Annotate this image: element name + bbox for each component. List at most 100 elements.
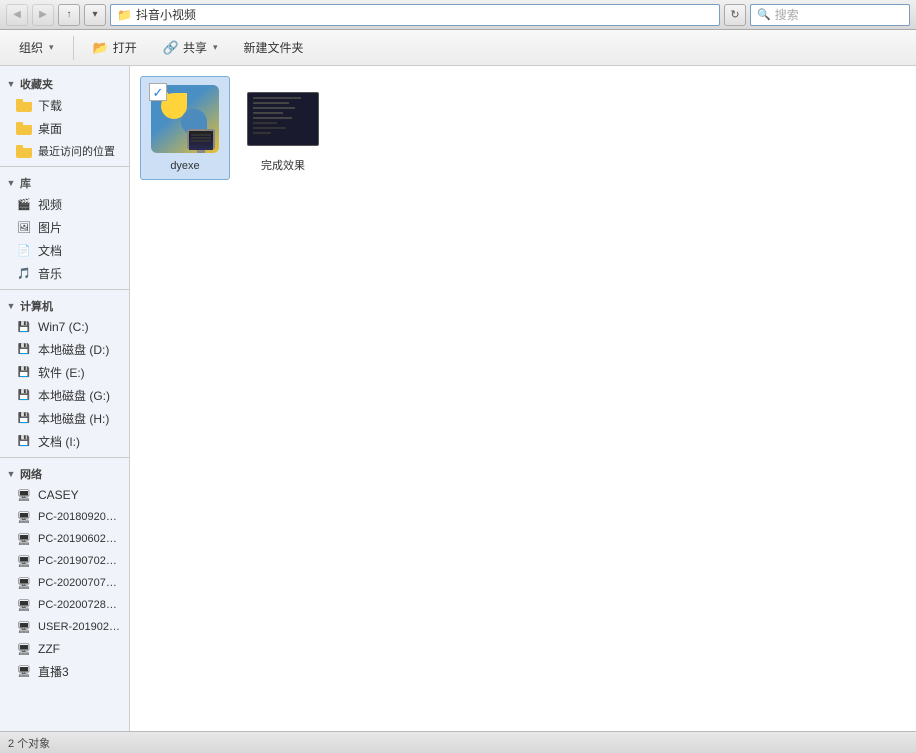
computer-live3-icon: 🖥 (16, 664, 32, 680)
sidebar-divider-3 (0, 457, 129, 458)
monitor-small (187, 129, 215, 149)
computer-pc4-icon: 🖥 (16, 575, 32, 591)
title-bar: ◀ ▶ ↑ ▾ 📁 抖音小视频 ↻ 🔍 搜索 (0, 0, 916, 30)
computer-header: ▼ 计算机 (0, 294, 129, 316)
sidebar-item-desktop[interactable]: 桌面 (0, 117, 129, 140)
address-bar[interactable]: 📁 抖音小视频 (110, 4, 720, 26)
computer-casey-icon: 🖥 (16, 487, 32, 503)
computer-pc2-icon: 🖥 (16, 531, 32, 547)
sidebar-section-favorites: ▼ 收藏夹 下载 桌面 最近访问的位置 (0, 72, 129, 162)
folder-icon (16, 121, 32, 137)
documents-icon: 📄 (16, 243, 32, 259)
sidebar: ▼ 收藏夹 下载 桌面 最近访问的位置 ▼ 库 � (0, 66, 130, 731)
address-icon: 📁 (117, 8, 132, 22)
video-icon: 🎬 (16, 197, 32, 213)
disk-d-icon: 💾 (16, 342, 32, 358)
sidebar-item-user1[interactable]: 🖥 USER-20190220OC (0, 616, 129, 638)
library-toggle[interactable]: ▼ (6, 178, 16, 188)
open-button[interactable]: 📂 打开 (82, 34, 148, 62)
sidebar-section-library: ▼ 库 🎬 视频 🖼 图片 📄 文档 🎵 音乐 (0, 171, 129, 285)
organize-button[interactable]: 组织 ▾ (8, 34, 65, 62)
sidebar-item-documents[interactable]: 📄 文档 (0, 239, 129, 262)
organize-label: 组织 (19, 39, 43, 56)
sidebar-divider-1 (0, 166, 129, 167)
sidebar-divider-2 (0, 289, 129, 290)
new-folder-button[interactable]: 新建文件夹 (232, 34, 314, 62)
disk-e-icon: 💾 (16, 365, 32, 381)
library-header: ▼ 库 (0, 171, 129, 193)
sidebar-item-pc1[interactable]: 🖥 PC-20180920ZTHC (0, 506, 129, 528)
sidebar-item-downloads[interactable]: 下载 (0, 94, 129, 117)
sidebar-item-pc3[interactable]: 🖥 PC-20190702HDTC (0, 550, 129, 572)
forward-button[interactable]: ▶ (32, 4, 54, 26)
sidebar-item-drive-i[interactable]: 💾 文档 (I:) (0, 430, 129, 453)
network-toggle[interactable]: ▼ (6, 469, 16, 479)
computer-toggle[interactable]: ▼ (6, 301, 16, 311)
music-icon: 🎵 (16, 266, 32, 282)
file-icon-complete (247, 83, 319, 155)
address-path: 📁 抖音小视频 (117, 6, 196, 23)
share-arrow: ▾ (213, 42, 218, 53)
file-icon-dyexe: ✓ (149, 83, 221, 155)
sidebar-item-drive-c[interactable]: 💾 Win7 (C:) (0, 316, 129, 338)
folder-icon (16, 143, 32, 159)
disk-h-icon: 💾 (16, 411, 32, 427)
sidebar-item-drive-h[interactable]: 💾 本地磁盘 (H:) (0, 407, 129, 430)
sidebar-item-music[interactable]: 🎵 音乐 (0, 262, 129, 285)
sidebar-item-pc5[interactable]: 🖥 PC-20200728KTZJ (0, 594, 129, 616)
computer-pc1-icon: 🖥 (16, 509, 32, 525)
computer-zzf-icon: 🖥 (16, 641, 32, 657)
pictures-icon: 🖼 (16, 220, 32, 236)
file-label-complete: 完成效果 (261, 159, 305, 173)
open-label: 打开 (113, 39, 137, 56)
status-bar: 2 个对象 (0, 731, 916, 753)
share-label: 共享 (183, 39, 207, 56)
disk-g-icon: 💾 (16, 388, 32, 404)
open-icon: 📂 (93, 40, 109, 56)
folder-icon (16, 98, 32, 114)
organize-arrow: ▾ (49, 42, 54, 53)
file-item-complete[interactable]: 完成效果 (238, 76, 328, 180)
sidebar-section-network: ▼ 网络 🖥 CASEY 🖥 PC-20180920ZTHC 🖥 PC-2019… (0, 462, 129, 683)
refresh-button[interactable]: ↻ (724, 4, 746, 26)
main-layout: ▼ 收藏夹 下载 桌面 最近访问的位置 ▼ 库 � (0, 66, 916, 731)
sidebar-section-computer: ▼ 计算机 💾 Win7 (C:) 💾 本地磁盘 (D:) 💾 软件 (E:) … (0, 294, 129, 453)
monitor-stand (197, 150, 205, 153)
search-bar[interactable]: 🔍 搜索 (750, 4, 910, 26)
sidebar-item-drive-d[interactable]: 💾 本地磁盘 (D:) (0, 338, 129, 361)
favorites-header: ▼ 收藏夹 (0, 72, 129, 94)
sidebar-item-pc4[interactable]: 🖥 PC-20200707YQBC (0, 572, 129, 594)
sidebar-item-recent[interactable]: 最近访问的位置 (0, 140, 129, 162)
file-item-dyexe[interactable]: ✓ (140, 76, 230, 180)
address-text: 抖音小视频 (136, 6, 196, 23)
sidebar-item-video[interactable]: 🎬 视频 (0, 193, 129, 216)
sidebar-item-drive-e[interactable]: 💾 软件 (E:) (0, 361, 129, 384)
recent-button[interactable]: ▾ (84, 4, 106, 26)
sidebar-item-pc2[interactable]: 🖥 PC-20190602CEHC (0, 528, 129, 550)
up-button[interactable]: ↑ (58, 4, 80, 26)
disk-i-icon: 💾 (16, 434, 32, 450)
share-button[interactable]: 🔗 共享 ▾ (152, 34, 229, 62)
back-button[interactable]: ◀ (6, 4, 28, 26)
screenshot-preview (247, 92, 319, 146)
sidebar-item-live3[interactable]: 🖥 直播3 (0, 660, 129, 683)
share-icon: 🔗 (163, 40, 179, 56)
toolbar: 组织 ▾ 📂 打开 🔗 共享 ▾ 新建文件夹 (0, 30, 916, 66)
sidebar-item-pictures[interactable]: 🖼 图片 (0, 216, 129, 239)
computer-pc3-icon: 🖥 (16, 553, 32, 569)
status-item-count: 2 个对象 (8, 735, 50, 751)
network-header: ▼ 网络 (0, 462, 129, 484)
favorites-toggle[interactable]: ▼ (6, 79, 16, 89)
toolbar-separator-1 (73, 36, 74, 60)
new-folder-label: 新建文件夹 (243, 39, 303, 56)
sidebar-item-drive-g[interactable]: 💾 本地磁盘 (G:) (0, 384, 129, 407)
file-label-dyexe: dyexe (170, 159, 199, 173)
sidebar-item-zzf[interactable]: 🖥 ZZF (0, 638, 129, 660)
computer-user1-icon: 🖥 (16, 619, 32, 635)
search-placeholder: 搜索 (775, 6, 799, 23)
content-area: ✓ (130, 66, 916, 731)
sidebar-item-casey[interactable]: 🖥 CASEY (0, 484, 129, 506)
computer-pc5-icon: 🖥 (16, 597, 32, 613)
checkbox-overlay: ✓ (149, 83, 167, 101)
disk-c-icon: 💾 (16, 319, 32, 335)
